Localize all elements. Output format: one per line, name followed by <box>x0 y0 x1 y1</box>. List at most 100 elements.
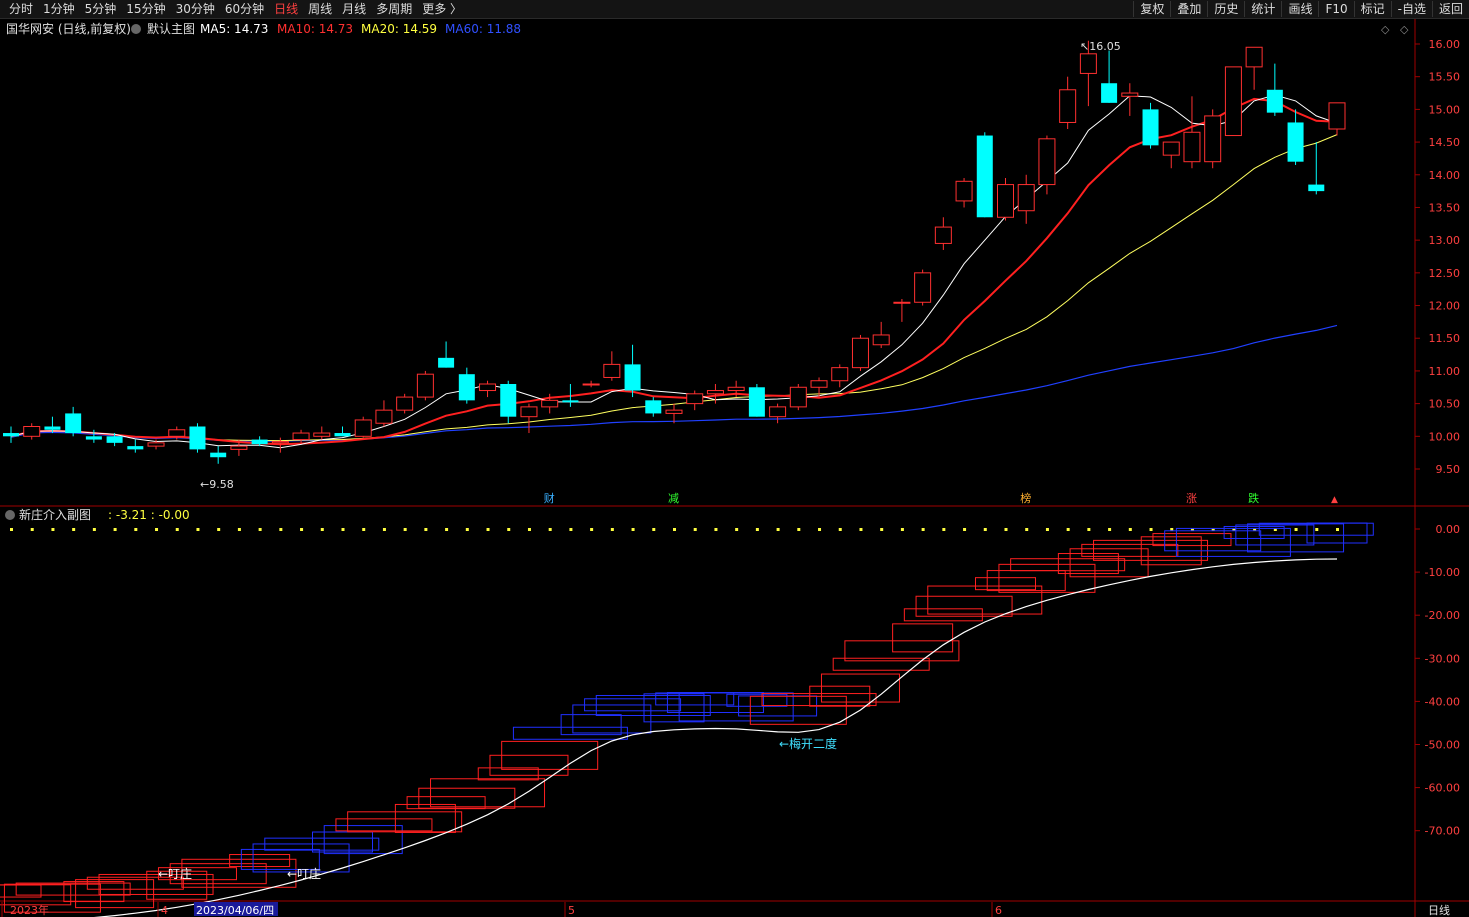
ma60-line <box>10 324 1338 442</box>
event-marker[interactable]: 跌 <box>1248 491 1259 505</box>
period-tab[interactable]: 月线 <box>337 1 371 17</box>
candle-body-down <box>500 384 517 417</box>
event-marker[interactable]: 榜 <box>1020 491 1031 505</box>
zero-dot <box>1108 528 1112 531</box>
candle-body-down <box>85 436 102 440</box>
date-label-year: 2023年 <box>10 903 49 917</box>
candle-body-up <box>1017 184 1035 212</box>
tool-button[interactable]: 标记 <box>1353 1 1391 17</box>
ma20-line <box>10 134 1338 442</box>
tool-button[interactable]: 历史 <box>1207 1 1244 17</box>
tool-button[interactable]: 统计 <box>1244 1 1281 17</box>
candle-body-down <box>624 364 641 391</box>
tool-button[interactable]: -自选 <box>1390 1 1432 17</box>
period-button[interactable]: 日线 <box>1428 903 1450 917</box>
zero-dots <box>10 528 1339 531</box>
zero-dot <box>1045 528 1049 531</box>
zero-dot <box>1087 528 1091 531</box>
candle-body-up <box>396 396 414 411</box>
zero-dot <box>217 528 221 531</box>
event-marker[interactable]: 减 <box>668 492 679 505</box>
candle-body-up <box>686 393 704 405</box>
zero-dot <box>714 528 718 531</box>
candle-body-up <box>1328 102 1346 130</box>
zero-dot <box>92 528 96 531</box>
ma-legend-item: MA20: 14.59 <box>361 22 437 36</box>
expand-icon[interactable]: ◇ <box>1400 23 1409 36</box>
candle-body-down <box>3 433 19 437</box>
period-tab[interactable]: 周线 <box>303 1 337 17</box>
period-tab[interactable]: 分时 <box>4 1 38 17</box>
arrow-marker-icon: ▲ <box>1331 495 1338 505</box>
collapse-icon[interactable]: ◇ <box>1381 23 1390 36</box>
indicator-tick-label: -50.00 <box>1425 739 1460 752</box>
period-tab[interactable]: 多周期 <box>371 1 417 17</box>
period-tab[interactable]: 15分钟 <box>121 1 170 17</box>
price-tick-label: 13.50 <box>1429 201 1461 214</box>
candle-body-up <box>789 386 807 408</box>
indicator-axis: 0.00 -10.00 -20.00 -30.00 -40.00 -50.00 -60.00… <box>1415 523 1460 838</box>
candle-body-down <box>1142 109 1159 146</box>
tool-buttons: 复权 叠加 历史 统计 画线 F10 标记 -自选 返回 <box>1133 1 1469 17</box>
candle-body-up <box>479 383 497 392</box>
zero-dot <box>569 528 573 531</box>
candle-body-up <box>1245 46 1263 68</box>
event-marker[interactable]: 财 <box>544 491 555 505</box>
candle-body-down <box>1308 184 1325 192</box>
price-tick-label: 10.00 <box>1429 430 1461 443</box>
candle-body-up <box>769 406 787 418</box>
candle-body-down <box>106 436 123 443</box>
zero-dot <box>155 528 159 531</box>
tool-button[interactable]: 复权 <box>1133 1 1170 17</box>
indicator-box <box>892 623 954 653</box>
period-tab[interactable]: 5分钟 <box>80 1 122 17</box>
kline-chart[interactable]: 国华网安 (日线,前复权) 默认主图 MA5: 14.73 MA10: 14.73… <box>0 19 1469 917</box>
stock-title: 国华网安 (日线,前复权) <box>6 21 131 36</box>
template-label[interactable]: 默认主图 <box>147 21 195 36</box>
sub-dropdown-icon[interactable] <box>5 510 15 520</box>
indicator-box <box>335 818 433 832</box>
candle-body-down <box>127 446 144 450</box>
candle-body-down <box>976 135 993 218</box>
zero-dot <box>320 528 324 531</box>
template-dropdown-icon[interactable] <box>131 24 141 34</box>
tool-button[interactable]: 叠加 <box>1170 1 1207 17</box>
period-tab[interactable]: 日线 <box>269 1 303 17</box>
tool-button[interactable]: 画线 <box>1281 1 1318 17</box>
zero-dot <box>51 528 55 531</box>
zero-dot <box>113 528 117 531</box>
zero-dot <box>1336 528 1339 531</box>
candle-body-up <box>1162 141 1180 156</box>
ma5-line <box>10 94 1338 449</box>
zero-dot <box>258 528 262 531</box>
period-tab[interactable]: 30分钟 <box>171 1 220 17</box>
candle-body-up <box>665 409 683 414</box>
zero-dot <box>1128 528 1132 531</box>
period-tab[interactable]: 更多 〉 <box>417 1 467 17</box>
tool-button[interactable]: 返回 <box>1431 1 1469 17</box>
zero-dot <box>527 528 531 531</box>
indicator-box <box>975 577 1036 591</box>
ma-legend-item: MA5: 14.73 <box>200 22 268 36</box>
candle-body-up <box>1079 53 1097 74</box>
sub-panel-title[interactable]: 新庄介入副图 <box>19 507 91 522</box>
period-tab[interactable]: 1分钟 <box>38 1 80 17</box>
candle-body-up <box>147 442 165 447</box>
candle-body-up <box>955 180 973 202</box>
price-tick-label: 10.50 <box>1429 398 1461 411</box>
period-tab[interactable]: 60分钟 <box>220 1 269 17</box>
event-marker[interactable]: 涨 <box>1186 492 1197 505</box>
indicator-box <box>229 854 291 868</box>
zero-dot <box>921 528 925 531</box>
candle-body-up <box>230 445 248 450</box>
indicator-tick-label: -60.00 <box>1425 782 1460 795</box>
candle-body-up <box>313 432 331 437</box>
tool-button[interactable]: F10 <box>1318 1 1353 17</box>
indicator-tick-label: -10.00 <box>1425 566 1460 579</box>
indicator-boxes <box>0 522 1374 913</box>
candle-body-up <box>416 373 434 398</box>
candle-body-up <box>375 409 393 424</box>
zero-dot <box>983 528 987 531</box>
candle-body-up <box>1224 66 1242 137</box>
zero-dot <box>1315 528 1319 531</box>
